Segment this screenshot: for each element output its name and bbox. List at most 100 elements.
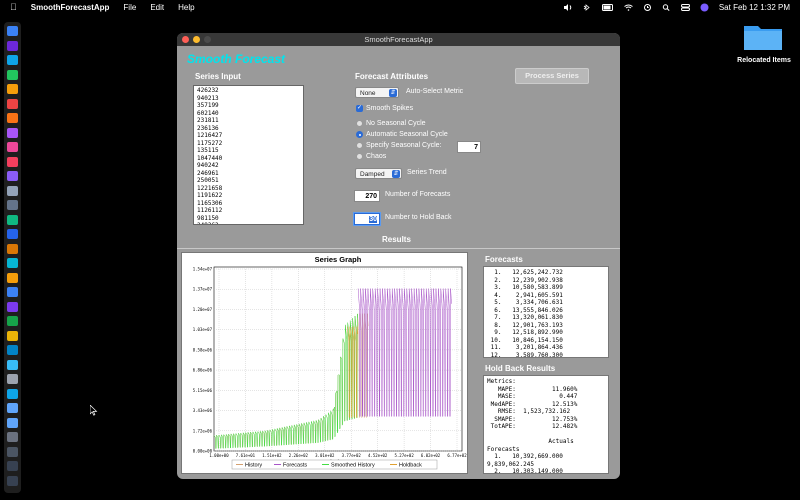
number-to-hold-back-input[interactable]: 30 (354, 213, 380, 225)
dock-app-icon[interactable] (7, 214, 18, 225)
wifi-icon[interactable] (624, 4, 633, 11)
metric-select[interactable]: None ⇵ (355, 87, 399, 98)
dock-app-icon[interactable] (7, 243, 18, 254)
dock-app-icon[interactable] (7, 171, 18, 181)
dock-app-icon[interactable] (7, 287, 18, 297)
dock-app-icon[interactable] (7, 142, 18, 152)
dock-app-icon[interactable] (7, 359, 18, 370)
series-graph-panel: Series Graph 1.00e+00 7.61e+01 1.51e+02 2.26… (181, 252, 468, 474)
legend-label: Holdback (399, 463, 422, 469)
dock-app-icon[interactable] (7, 330, 18, 341)
series-graph: Series Graph 1.00e+00 7.61e+01 1.51e+02 2.26… (193, 255, 467, 470)
metric-select-value: None (360, 90, 376, 97)
desktop-folder-label[interactable]: Relocated Items (728, 57, 800, 64)
dock-app-icon[interactable] (7, 200, 18, 210)
results-label: Results (382, 235, 411, 244)
dock-app-icon[interactable] (7, 69, 18, 80)
holdback-row: MASE: 0.447 (487, 393, 578, 400)
smooth-spikes-checkbox[interactable]: ✓ (356, 105, 363, 112)
menu-bar:  SmoothForecastApp File Edit Help Sat F… (0, 0, 800, 14)
dock-app-icon[interactable] (7, 432, 18, 442)
y-tick-label: 1.72e+06 (193, 428, 213, 433)
dock-app-icon[interactable] (7, 461, 18, 471)
number-of-forecasts-label: Number of Forecasts (385, 191, 451, 198)
battery-icon[interactable] (601, 3, 614, 11)
dock-app-icon[interactable] (7, 316, 18, 326)
seasonal-cycle-input[interactable]: 7 (457, 141, 481, 153)
forecast-row: 9. 12,518,892.990 (487, 329, 563, 336)
dock-app-icon[interactable] (7, 403, 18, 413)
dock-app-icon[interactable] (7, 229, 18, 239)
series-value-row: 940213 (197, 94, 219, 102)
menu-file[interactable]: File (123, 3, 136, 12)
dock-app-icon[interactable] (7, 388, 18, 399)
trend-select[interactable]: Damped ⇵ (355, 168, 402, 179)
dock-app-icon[interactable] (7, 156, 18, 167)
series-value-row: 249363 (197, 222, 300, 224)
dock-app-icon[interactable] (7, 258, 18, 268)
menu-datetime[interactable]: Sat Feb 12 1:32 PM (719, 3, 790, 12)
chevron-updown-icon: ⇵ (389, 89, 397, 97)
chart-title: Series Graph (315, 255, 362, 264)
number-to-hold-back-label: Number to Hold Back (385, 214, 452, 221)
forecast-row: 6. 13,555,846.026 (487, 306, 563, 314)
radio-specify-seasonal[interactable] (356, 142, 363, 149)
series-input-label: Series Input (195, 72, 241, 81)
dock-app-icon[interactable] (7, 84, 18, 94)
volume-icon[interactable] (563, 3, 573, 11)
dock-app-icon[interactable] (7, 185, 18, 196)
series-value-row: 1216427 (197, 132, 223, 139)
control-center-icon[interactable] (680, 3, 690, 11)
menu-app-name[interactable]: SmoothForecastApp (31, 3, 110, 12)
radio-no-seasonal[interactable] (356, 120, 363, 127)
dock-app-icon[interactable] (7, 272, 18, 283)
forecast-attributes-label: Forecast Attributes (355, 72, 429, 81)
series-value-row: 250051 (197, 177, 219, 184)
radio-automatic-seasonal[interactable] (356, 131, 363, 138)
dock-app-icon[interactable] (7, 113, 18, 123)
dock-app-icon[interactable] (7, 446, 18, 457)
radio-chaos[interactable] (356, 153, 363, 160)
clock-history-icon[interactable] (643, 3, 652, 11)
y-tick-label: 1.37e+07 (193, 287, 213, 292)
series-input-textarea[interactable]: 426232 940213 357199 602140 231811 236136 1216… (193, 85, 304, 225)
bluetooth-icon[interactable] (583, 3, 592, 11)
forecasts-label: Forecasts (485, 255, 523, 264)
forecast-row: 11. 3,201,864.436 (487, 344, 563, 351)
hold-back-results-list[interactable]: Metrics: MAPE: 11.960% MASE: 0.447 MedAP… (483, 375, 609, 474)
series-value-row: 1221658 (197, 184, 223, 192)
siri-icon[interactable] (700, 3, 709, 12)
mouse-pointer-icon (90, 405, 98, 416)
trend-select-value: Damped (360, 171, 385, 178)
forecasts-list[interactable]: 1. 12,625,242.732 2. 12,239,902.938 3. 1… (483, 266, 609, 358)
forecast-row: 2. 12,239,902.938 (487, 276, 563, 284)
y-tick-label: 1.03e+07 (193, 327, 213, 332)
dock-app-icon[interactable] (7, 127, 18, 138)
menu-help[interactable]: Help (178, 3, 194, 12)
dock-app-icon[interactable] (7, 26, 18, 36)
window-title: SmoothForecastApp (364, 35, 433, 44)
dock-app-icon[interactable] (7, 475, 18, 486)
dock-app-icon[interactable] (7, 374, 18, 384)
folder-icon[interactable] (742, 22, 784, 52)
search-icon[interactable] (662, 3, 671, 11)
radio-chaos-label: Chaos (366, 153, 387, 160)
dock-app-icon[interactable] (7, 98, 18, 109)
dock-app-icon[interactable] (7, 40, 18, 51)
menu-edit[interactable]: Edit (150, 3, 164, 12)
x-tick-label: 4.52e+02 (368, 453, 388, 458)
series-value-row: 940242 (197, 162, 219, 169)
forecast-row: 7. 13,320,061.830 (487, 314, 563, 321)
radio-specify-seasonal-label: Specify Seasonal Cycle: (366, 142, 442, 149)
number-of-forecasts-input[interactable]: 270 (354, 190, 380, 202)
results-divider (177, 248, 620, 249)
dock-app-icon[interactable] (7, 301, 18, 312)
title-bar[interactable]: SmoothForecastApp (177, 33, 620, 46)
dock-app-icon[interactable] (7, 345, 18, 355)
dock-app-icon[interactable] (7, 55, 18, 65)
dock (4, 22, 21, 493)
dock-app-icon[interactable] (7, 417, 18, 428)
series-value-row: 231811 (197, 117, 219, 124)
apple-icon[interactable]:  (10, 2, 17, 12)
process-series-button[interactable]: Process Series (515, 68, 589, 84)
